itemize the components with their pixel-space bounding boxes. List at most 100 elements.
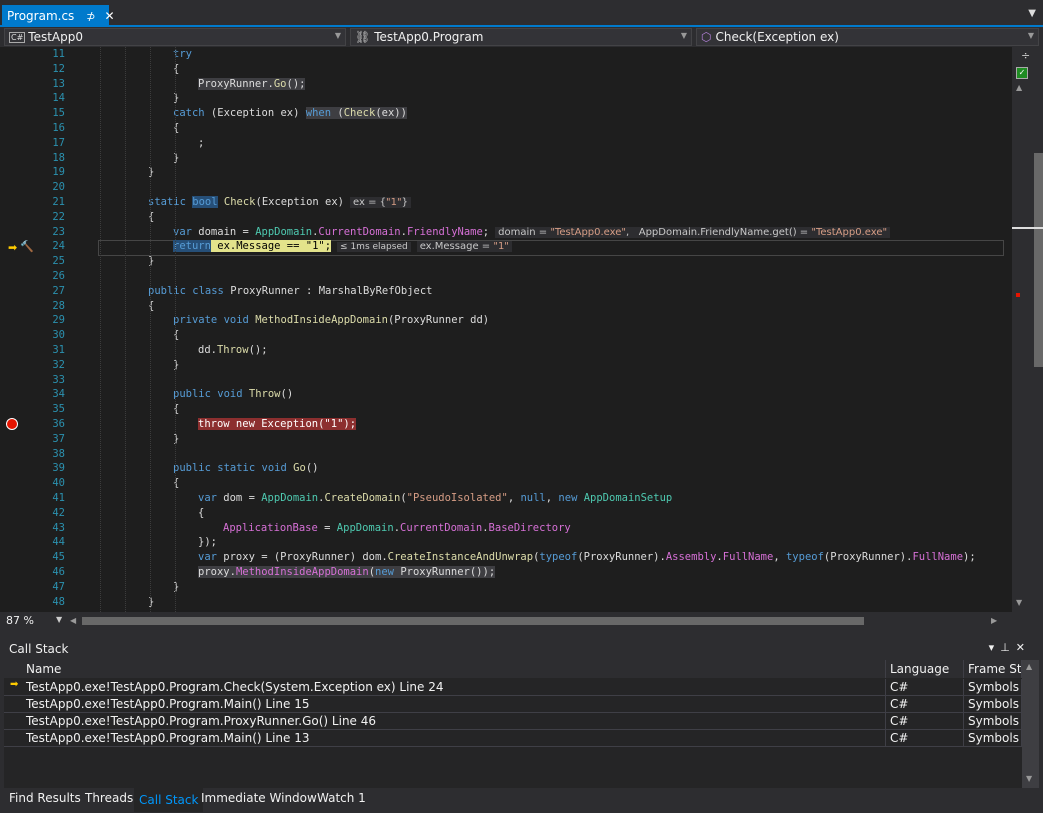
code-text[interactable]: } bbox=[173, 151, 179, 166]
code-line[interactable]: 37} bbox=[0, 432, 1012, 447]
code-text[interactable]: var proxy = (ProxyRunner) dom.CreateInst… bbox=[198, 550, 976, 565]
scroll-left-arrow-icon[interactable]: ◀ bbox=[70, 616, 76, 625]
column-header-frame-status[interactable]: Frame Stat bbox=[964, 660, 1022, 678]
column-header-name[interactable]: Name bbox=[4, 660, 886, 678]
zoom-level[interactable]: 87 % bbox=[6, 614, 34, 627]
code-line[interactable]: 45 var proxy = (ProxyRunner) dom.CreateIn… bbox=[0, 550, 1012, 565]
code-line[interactable]: 28 { bbox=[0, 299, 1012, 314]
code-line[interactable]: 12 { bbox=[0, 62, 1012, 77]
pin-icon[interactable]: ⊅ bbox=[86, 10, 95, 23]
code-text[interactable]: var domain = AppDomain.CurrentDomain.Fri… bbox=[173, 225, 891, 240]
code-text[interactable]: return ex.Message == "1"; ≤ 1ms elapsed ex… bbox=[173, 239, 512, 255]
close-icon[interactable]: ✕ bbox=[105, 9, 115, 23]
code-text[interactable]: { bbox=[173, 121, 179, 136]
code-text[interactable]: { bbox=[173, 62, 179, 77]
code-text[interactable]: dd.Throw(); bbox=[198, 343, 268, 358]
code-text[interactable]: } bbox=[173, 358, 179, 373]
code-editor[interactable]: ➡ 🔨 11 try 12{13 ProxyRunner.Go(); 14} 15 catc… bbox=[0, 47, 1012, 612]
class-dropdown[interactable]: ⛓ TestApp0.Program ▼ bbox=[350, 28, 692, 46]
pin-icon[interactable]: ⊥ bbox=[1000, 641, 1016, 654]
code-line[interactable]: 18} bbox=[0, 151, 1012, 166]
code-text[interactable]: ProxyRunner.Go(); bbox=[198, 77, 306, 92]
tool-tab-immediate-window[interactable]: Immediate Window bbox=[196, 788, 322, 810]
code-text[interactable]: throw new Exception("1"); bbox=[198, 417, 357, 432]
call-stack-row[interactable]: TestApp0.exe!TestApp0.Program.Main() Lin… bbox=[4, 730, 1022, 747]
scroll-thumb[interactable] bbox=[1034, 153, 1043, 367]
code-text[interactable]: { bbox=[148, 299, 154, 314]
zoom-dropdown-icon[interactable]: ▼ bbox=[56, 615, 62, 624]
tab-program-cs[interactable]: Program.cs ⊅ ✕ bbox=[2, 5, 115, 27]
member-dropdown[interactable]: ⬡ Check(Exception ex) ▼ bbox=[696, 28, 1039, 46]
code-line[interactable]: 14} bbox=[0, 91, 1012, 106]
code-text[interactable]: } bbox=[173, 580, 179, 595]
code-line[interactable]: 39 public static void Go() bbox=[0, 461, 1012, 476]
code-line[interactable]: 21 static bool Check(Exception ex) ex = {"… bbox=[0, 195, 1012, 210]
code-text[interactable]: { bbox=[173, 402, 179, 417]
code-text[interactable]: catch (Exception ex) when (Check(ex)) bbox=[173, 106, 407, 121]
code-line[interactable]: 40 { bbox=[0, 476, 1012, 491]
code-line[interactable]: 43 ApplicationBase = AppDomain.CurrentDom… bbox=[0, 521, 1012, 536]
call-stack-scrollbar[interactable]: ▲ ▼ bbox=[1022, 660, 1039, 788]
code-line[interactable]: 48} bbox=[0, 595, 1012, 610]
code-line[interactable]: 24 return ex.Message == "1"; ≤ 1ms elapsed… bbox=[0, 239, 1012, 254]
code-text[interactable]: public void Throw() bbox=[173, 387, 293, 402]
code-text[interactable]: } bbox=[148, 254, 154, 269]
code-text[interactable]: ApplicationBase = AppDomain.CurrentDomai… bbox=[223, 521, 571, 536]
code-line[interactable]: 46 proxy.MethodInsideAppDomain(new ProxyR… bbox=[0, 565, 1012, 580]
scroll-down-arrow-icon[interactable]: ▼ bbox=[1026, 774, 1032, 783]
code-line[interactable]: 36 throw new Exception("1"); bbox=[0, 417, 1012, 432]
code-line[interactable]: 11 try bbox=[0, 47, 1012, 62]
code-text[interactable]: private void MethodInsideAppDomain(Proxy… bbox=[173, 313, 489, 328]
code-line[interactable]: 42 { bbox=[0, 506, 1012, 521]
scroll-right-arrow-icon[interactable]: ▶ bbox=[991, 616, 997, 625]
editor-vertical-scrollbar[interactable]: ÷ ✓ ▲ ▼ bbox=[1012, 47, 1043, 612]
code-line[interactable]: 20 bbox=[0, 180, 1012, 195]
code-text[interactable]: { bbox=[173, 476, 179, 491]
code-line[interactable]: 13 ProxyRunner.Go(); bbox=[0, 77, 1012, 92]
code-text[interactable]: } bbox=[173, 91, 179, 106]
close-icon[interactable]: ✕ bbox=[1016, 641, 1031, 654]
call-stack-row[interactable]: TestApp0.exe!TestApp0.Program.Main() Lin… bbox=[4, 696, 1022, 713]
code-text[interactable]: public static void Go() bbox=[173, 461, 318, 476]
tool-tab-call-stack[interactable]: Call Stack bbox=[134, 788, 204, 812]
code-line[interactable]: 47} bbox=[0, 580, 1012, 595]
code-line[interactable]: 33 bbox=[0, 373, 1012, 388]
code-text[interactable]: } bbox=[148, 595, 154, 610]
code-line[interactable]: 16 { bbox=[0, 121, 1012, 136]
tab-overflow-menu-icon[interactable]: ▼ bbox=[1028, 8, 1036, 19]
split-view-icon[interactable]: ÷ bbox=[1021, 49, 1030, 62]
code-line[interactable]: 38 bbox=[0, 447, 1012, 462]
scroll-down-arrow-icon[interactable]: ▼ bbox=[1016, 598, 1022, 607]
call-stack-row[interactable]: TestApp0.exe!TestApp0.Program.ProxyRunne… bbox=[4, 713, 1022, 730]
code-text[interactable]: public class ProxyRunner : MarshalByRefO… bbox=[148, 284, 433, 299]
scroll-up-arrow-icon[interactable]: ▲ bbox=[1016, 83, 1022, 92]
code-line[interactable]: 17; bbox=[0, 136, 1012, 151]
code-text[interactable]: } bbox=[148, 165, 154, 180]
tool-tab-threads[interactable]: Threads bbox=[80, 788, 138, 810]
code-text[interactable]: { bbox=[198, 506, 204, 521]
call-stack-row[interactable]: ➡ TestApp0.exe!TestApp0.Program.Check(Sys… bbox=[4, 679, 1022, 696]
code-line[interactable]: 31 dd.Throw(); bbox=[0, 343, 1012, 358]
horizontal-scroll-thumb[interactable] bbox=[82, 617, 864, 625]
dropdown-icon[interactable]: ▾ bbox=[989, 641, 1001, 654]
tool-tab-watch-1[interactable]: Watch 1 bbox=[312, 788, 371, 810]
code-line[interactable]: 34 public void Throw() bbox=[0, 387, 1012, 402]
code-line[interactable]: 25} bbox=[0, 254, 1012, 269]
scroll-up-arrow-icon[interactable]: ▲ bbox=[1026, 662, 1032, 671]
code-text[interactable]: { bbox=[148, 210, 154, 225]
code-text[interactable]: static bool Check(Exception ex) ex = {"1"… bbox=[148, 195, 411, 210]
code-line[interactable]: 15 catch (Exception ex) when (Check(ex)) bbox=[0, 106, 1012, 121]
code-line[interactable]: 41 var dom = AppDomain.CreateDomain("Pseu… bbox=[0, 491, 1012, 506]
code-line[interactable]: 29 private void MethodInsideAppDomain(Pro… bbox=[0, 313, 1012, 328]
code-line[interactable]: 22 { bbox=[0, 210, 1012, 225]
code-line[interactable]: 27 public class ProxyRunner : MarshalByRe… bbox=[0, 284, 1012, 299]
code-line[interactable]: 32} bbox=[0, 358, 1012, 373]
code-line[interactable]: 19} bbox=[0, 165, 1012, 180]
tool-tab-find-results[interactable]: Find Results bbox=[4, 788, 86, 810]
column-header-language[interactable]: Language bbox=[886, 660, 964, 678]
code-text[interactable]: var dom = AppDomain.CreateDomain("Pseudo… bbox=[198, 491, 672, 506]
code-line[interactable]: 44}); bbox=[0, 535, 1012, 550]
project-dropdown[interactable]: C# TestApp0 ▼ bbox=[4, 28, 346, 46]
code-line[interactable]: 26 bbox=[0, 269, 1012, 284]
code-text[interactable]: { bbox=[173, 328, 179, 343]
